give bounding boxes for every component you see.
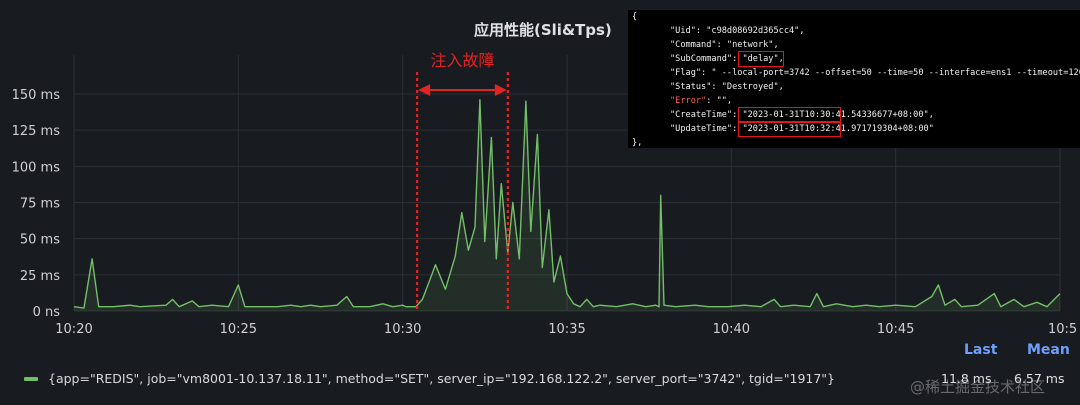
json-error-value: : "",	[706, 96, 733, 106]
x-tick-label: 10:45	[877, 322, 914, 337]
fault-label: 注入故障	[430, 51, 494, 70]
legend-series-item[interactable]: {app="REDIS", job="vm8001-10.137.18.11",…	[24, 371, 835, 386]
y-tick-label: 25 ms	[20, 269, 60, 284]
x-tick-label: 10:40	[713, 322, 750, 337]
json-subcommand-key: "SubCommand":	[670, 54, 743, 64]
json-createtime-key: "CreateTime":	[670, 110, 743, 120]
json-updatetime-rest: .971719304+08:00"	[845, 124, 934, 134]
chart-panel: 应用性能(Sli&Tps) 150 ms 125 ms 100 ms 75 ms 50 …	[0, 0, 1080, 405]
x-tick-label: 10:5	[1048, 322, 1077, 337]
json-error: "Error": "",	[670, 95, 732, 108]
y-tick-label: 125 ms	[12, 124, 61, 139]
y-tick-label: 100 ms	[12, 160, 61, 175]
y-axis: 150 ms 125 ms 100 ms 75 ms 50 ms 25 ms 0 ns	[12, 88, 61, 320]
x-axis: 10:20 10:25 10:30 10:35 10:40 10:45 10:5	[55, 322, 1077, 337]
x-tick-label: 10:20	[55, 322, 92, 337]
legend-series-label: {app="REDIS", job="vm8001-10.137.18.11",…	[48, 371, 836, 386]
json-error-key: "Error"	[670, 96, 707, 106]
json-flag: "Flag": " --local-port=3742 --offset=50 …	[670, 68, 1080, 78]
legend-swatch	[24, 376, 38, 381]
x-tick-label: 10:30	[384, 322, 421, 337]
json-open: {	[632, 12, 638, 22]
updatetime-highlight-box	[738, 121, 841, 137]
x-tick-label: 10:25	[220, 322, 257, 337]
y-tick-label: 150 ms	[12, 88, 61, 103]
subcommand-highlight-box	[738, 51, 784, 67]
json-uid: "Uid": "c98d08692d365cc4",	[670, 26, 805, 36]
json-updatetime-key: "UpdateTime":	[670, 124, 743, 134]
y-tick-label: 0 ns	[33, 305, 61, 320]
json-status: "Status": "Destroyed",	[670, 82, 784, 92]
legend-header-mean[interactable]: Mean	[1027, 342, 1070, 358]
json-createtime-rest: .54336677+08:00",	[845, 110, 934, 120]
json-overlay: { "Uid": "c98d08692d365cc4", "Command": …	[628, 10, 1080, 148]
watermark: @稀土掘金技术社区	[910, 378, 1046, 396]
x-tick-label: 10:35	[548, 322, 585, 337]
json-close: },	[632, 138, 643, 148]
y-tick-label: 50 ms	[20, 233, 60, 248]
y-tick-label: 75 ms	[20, 197, 60, 212]
legend-header-last[interactable]: Last	[964, 342, 997, 358]
